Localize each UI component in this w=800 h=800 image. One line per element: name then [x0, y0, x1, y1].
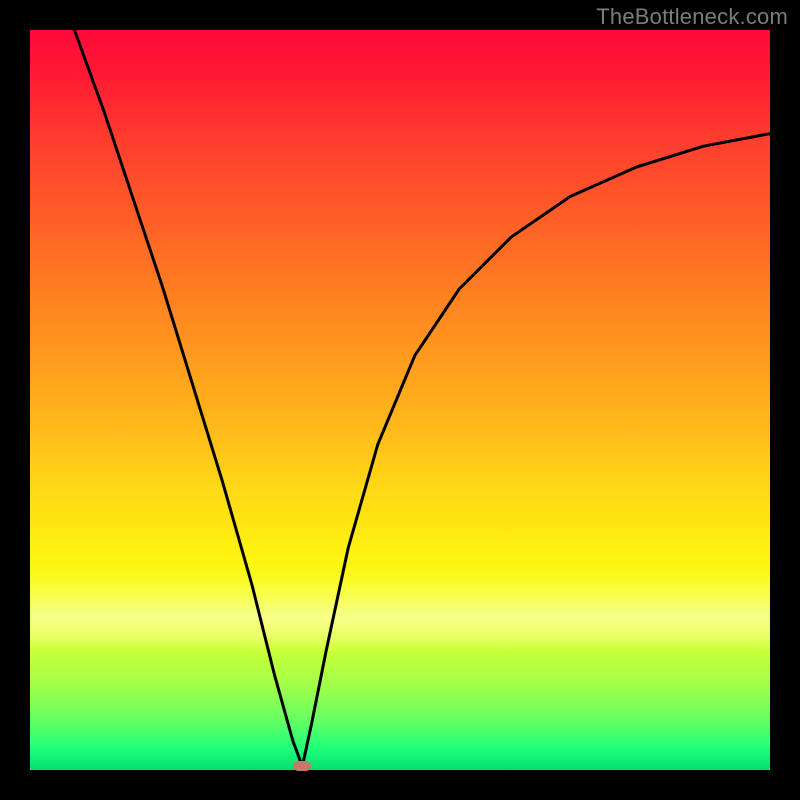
curve-left-branch	[74, 30, 302, 766]
minimum-marker	[293, 761, 311, 771]
watermark-text: TheBottleneck.com	[596, 4, 788, 30]
bottleneck-curve	[30, 30, 770, 770]
plot-area	[30, 30, 770, 770]
curve-right-branch	[302, 134, 770, 767]
chart-frame: TheBottleneck.com	[0, 0, 800, 800]
